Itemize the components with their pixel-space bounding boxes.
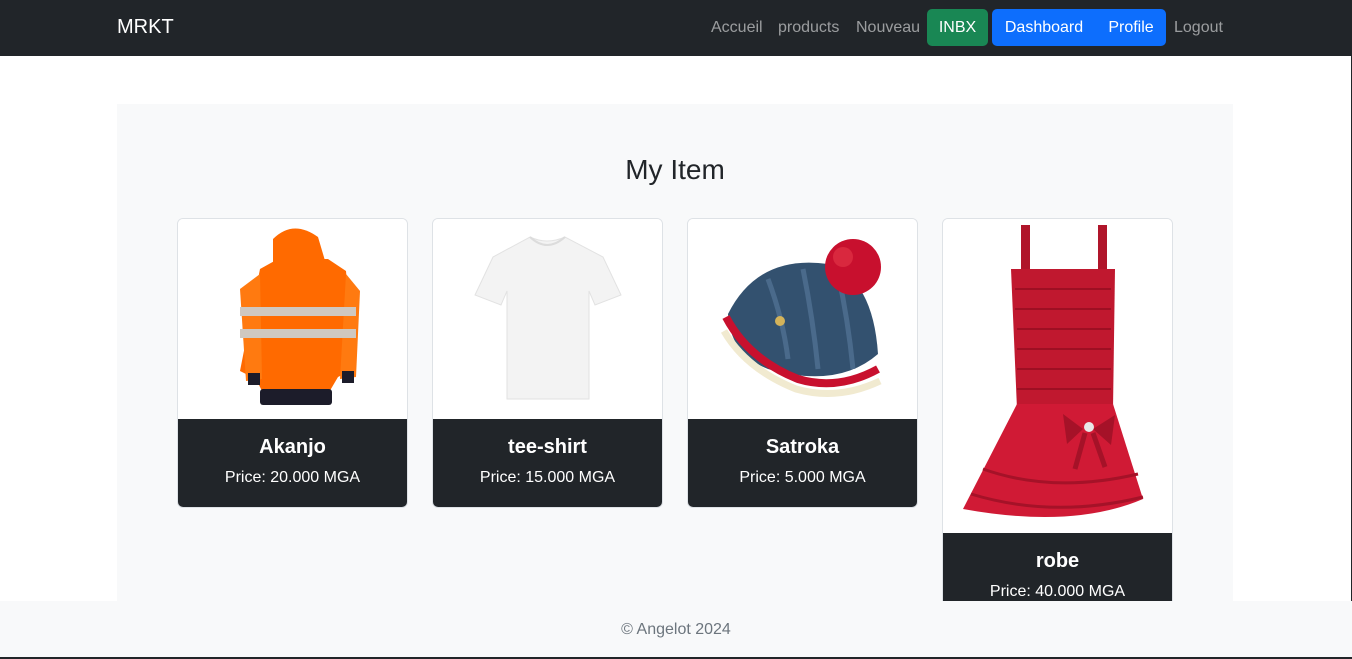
logout-link[interactable]: Logout bbox=[1174, 19, 1223, 37]
nav-link-accueil[interactable]: Accueil bbox=[711, 19, 763, 37]
navbar: MRKT Accueil products Nouveau INBX Dashb… bbox=[0, 0, 1352, 56]
item-card-body: Satroka Price: 5.000 MGA bbox=[688, 419, 917, 507]
profile-button[interactable]: Profile bbox=[1096, 9, 1166, 46]
red-dress-icon bbox=[963, 225, 1144, 517]
item-card[interactable]: Satroka Price: 5.000 MGA bbox=[687, 218, 918, 508]
item-image bbox=[688, 219, 917, 419]
item-card[interactable]: robe Price: 40.000 MGA bbox=[942, 218, 1173, 601]
item-name: Akanjo bbox=[259, 436, 326, 458]
item-card-body: tee-shirt Price: 15.000 MGA bbox=[433, 419, 662, 507]
item-price: Price: 5.000 MGA bbox=[739, 469, 866, 486]
knit-beanie-icon bbox=[720, 239, 882, 397]
item-name: robe bbox=[1035, 550, 1080, 572]
inbox-button[interactable]: INBX bbox=[927, 9, 988, 46]
item-name: tee-shirt bbox=[508, 436, 587, 458]
footer: © Angelot 2024 bbox=[0, 601, 1352, 659]
brand-link[interactable]: MRKT bbox=[117, 16, 174, 39]
item-price: Price: 20.000 MGA bbox=[224, 469, 361, 486]
item-price: Price: 40.000 MGA bbox=[989, 583, 1126, 600]
item-price: Price: 15.000 MGA bbox=[479, 469, 616, 486]
item-image bbox=[943, 219, 1172, 533]
item-image bbox=[433, 219, 662, 419]
footer-copyright: © Angelot 2024 bbox=[621, 621, 731, 638]
item-card[interactable]: Akanjo Price: 20.000 MGA bbox=[177, 218, 408, 508]
dashboard-button[interactable]: Dashboard bbox=[992, 9, 1096, 46]
page-title: My Item bbox=[625, 154, 725, 185]
my-items-panel: My Item Akanjo Price: 20.000 MGA tee-shi… bbox=[117, 104, 1233, 601]
item-card-body: robe Price: 40.000 MGA bbox=[943, 533, 1172, 601]
nav-link-nouveau[interactable]: Nouveau bbox=[856, 19, 920, 37]
orange-jacket-icon bbox=[240, 228, 360, 405]
white-tshirt-icon bbox=[474, 236, 622, 400]
item-name: Satroka bbox=[765, 436, 840, 458]
item-image bbox=[178, 219, 407, 419]
item-card-body: Akanjo Price: 20.000 MGA bbox=[178, 419, 407, 507]
item-card[interactable]: tee-shirt Price: 15.000 MGA bbox=[432, 218, 663, 508]
nav-link-products[interactable]: products bbox=[778, 19, 839, 37]
